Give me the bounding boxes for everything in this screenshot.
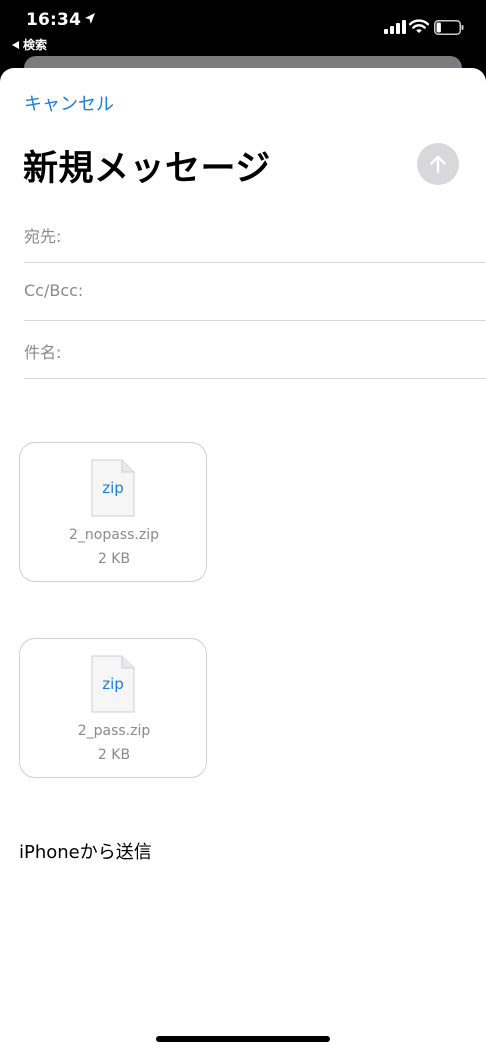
cancel-button[interactable]: キャンセル (24, 90, 114, 116)
cc-bcc-field[interactable]: Cc/Bcc: (24, 263, 486, 321)
location-arrow-icon (85, 13, 95, 24)
cc-bcc-label: Cc/Bcc: (24, 281, 84, 300)
attachment-size: 2 KB (97, 551, 131, 567)
status-time: 16:34 (26, 10, 82, 30)
attachment-card[interactable]: zip 2_nopass.zip 2 KB (19, 442, 207, 582)
cellular-signal-icon (384, 20, 406, 34)
zip-icon-label: zip (102, 479, 124, 497)
status-bar: 16:34 検索 (0, 0, 486, 56)
page-title: 新規メッセージ (23, 149, 271, 189)
back-app-label: 検索 (23, 38, 48, 52)
back-to-app-button[interactable]: 検索 (12, 36, 47, 53)
mail-compose-screen: 16:34 検索 キャンセル 新規メッセージ 宛先: Cc/Bcc: 件名: z… (0, 0, 486, 1052)
compose-sheet: キャンセル 新規メッセージ 宛先: Cc/Bcc: 件名: zip 2_nopa… (0, 68, 486, 1052)
attachment-size: 2 KB (97, 747, 131, 763)
back-triangle-icon (12, 40, 19, 49)
send-button[interactable] (417, 143, 459, 185)
arrow-up-icon (430, 155, 446, 174)
subject-label: 件名: (24, 343, 62, 362)
attachment-card[interactable]: zip 2_pass.zip 2 KB (19, 638, 207, 778)
zip-icon-label: zip (102, 675, 124, 693)
battery-icon (434, 20, 464, 35)
to-label: 宛先: (24, 227, 62, 246)
to-field[interactable]: 宛先: (24, 205, 486, 263)
subject-field[interactable]: 件名: (24, 321, 486, 379)
wifi-icon (409, 19, 429, 33)
attachment-name: 2_nopass.zip (69, 527, 159, 543)
signature-text[interactable]: iPhoneから送信 (19, 838, 152, 864)
attachment-name: 2_pass.zip (77, 723, 151, 739)
home-indicator[interactable] (156, 1036, 330, 1042)
